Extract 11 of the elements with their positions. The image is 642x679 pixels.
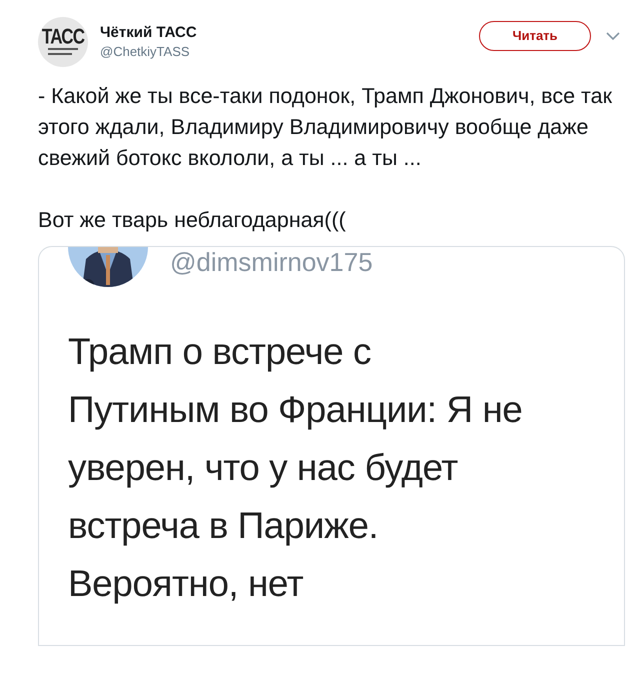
chevron-down-icon[interactable] [606, 32, 620, 40]
follow-button[interactable]: Читать [479, 21, 591, 51]
tweet-text: - Какой же ты все-таки подонок, Трамп Джонович, все так этого ждали, Владимиру Владимировичу вообще даже свежий ботокс вкололи, а ты ... а ты ... [38, 83, 613, 172]
logo-avatar[interactable]: ТАСС [38, 17, 88, 67]
logo-lines-icon [48, 48, 78, 56]
embedded-handle: @dimsmirnov175 [170, 247, 373, 277]
embedded-text: Трамп о встрече с Путиным во Франции: Я не уверен, что у нас будет встреча в Париже. Вероятно, нет [67, 330, 524, 606]
tweet-text: Вот же тварь неблагодарная((( [38, 207, 347, 234]
author-handle[interactable]: @ChetkiyTASS [100, 43, 197, 61]
author-name[interactable]: Чёткий ТАСС [100, 23, 197, 43]
logo-text: ТАСС [42, 26, 84, 48]
